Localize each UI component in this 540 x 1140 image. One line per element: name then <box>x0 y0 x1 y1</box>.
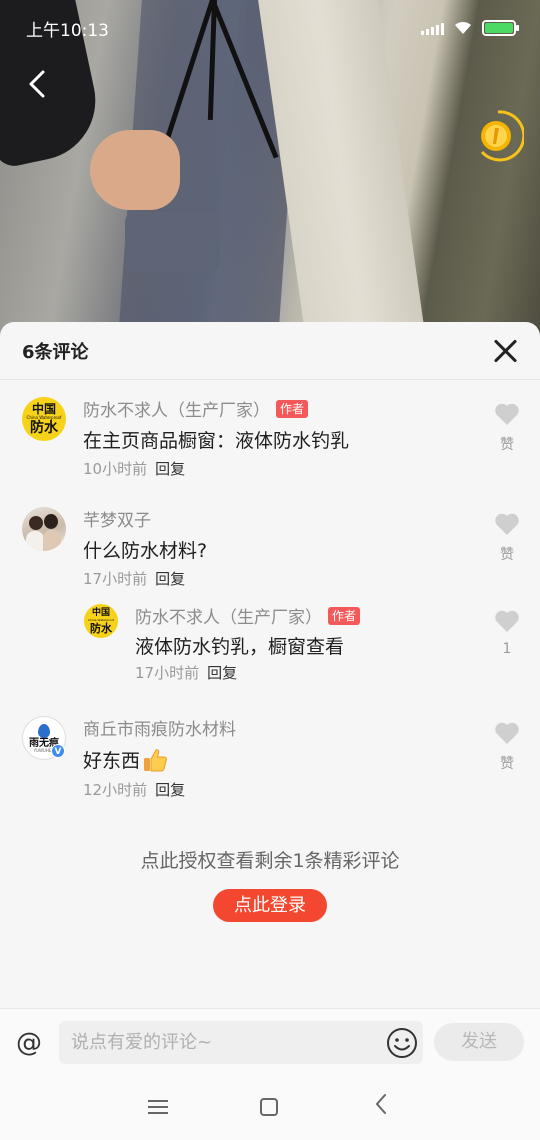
comment-text: 什么防水材料? <box>83 540 208 562</box>
video-frame-roller <box>125 212 220 272</box>
like-button[interactable]: 赞 <box>487 512 527 564</box>
comment-author[interactable]: 商丘市雨痕防水材料 <box>83 715 236 740</box>
comment-time: 10小时前 <box>83 460 148 478</box>
comment-time: 17小时前 <box>83 570 148 588</box>
like-count: 赞 <box>500 547 514 563</box>
author-badge: 作者 <box>276 399 309 418</box>
coin-icon[interactable] <box>472 108 526 164</box>
comment-text: 好东西 <box>83 746 168 773</box>
avatar[interactable]: 中国 China Waterproof 防水 <box>22 397 66 441</box>
heart-icon <box>495 513 519 535</box>
comment-meta: 17小时前 回复 <box>83 568 185 589</box>
battery-icon <box>482 20 519 36</box>
comment-meta: 17小时前 回复 <box>135 662 237 683</box>
system-nav-bar <box>0 1080 540 1140</box>
reply-button[interactable]: 回复 <box>155 781 185 799</box>
like-count: 赞 <box>500 756 514 772</box>
reply-button[interactable]: 回复 <box>207 664 237 682</box>
like-count: 赞 <box>500 437 514 453</box>
avatar[interactable] <box>22 507 66 551</box>
nav-back-icon[interactable] <box>374 1092 394 1122</box>
author-badge: 作者 <box>328 606 361 625</box>
like-button[interactable]: 赞 <box>487 402 527 454</box>
comment-sheet: 6条评论 中国 China Waterproof 防水 防水不求人（生产厂家） … <box>0 322 540 1008</box>
comment-text: 在主页商品橱窗：液体防水钓乳 <box>83 430 350 452</box>
send-button[interactable]: 发送 <box>434 1023 524 1061</box>
mention-button[interactable]: @ <box>14 1026 44 1060</box>
comment-time: 17小时前 <box>135 664 200 682</box>
comment-author[interactable]: 防水不求人（生产厂家） 作者 <box>135 603 361 628</box>
thumbs-up-icon <box>144 748 167 771</box>
comment-item: 芊梦双子 什么防水材料? 17小时前 回复 赞 <box>0 322 540 588</box>
view-more-comments-link[interactable]: 点此授权查看剩余1条精彩评论 <box>0 846 540 873</box>
comment-author[interactable]: 芊梦双子 <box>83 506 151 531</box>
comment-input[interactable] <box>59 1021 423 1064</box>
wifi-icon <box>455 21 471 34</box>
status-icons <box>421 20 519 36</box>
emoji-icon[interactable] <box>385 1026 419 1060</box>
like-button[interactable]: 1 <box>487 609 527 657</box>
signal-icon <box>421 21 444 35</box>
back-icon[interactable] <box>26 66 62 110</box>
avatar[interactable]: 中国 China Waterproof 防水 <box>84 604 118 638</box>
status-bar: 上午10:13 <box>0 0 540 56</box>
menu-icon[interactable] <box>148 1100 168 1116</box>
home-icon[interactable] <box>260 1098 278 1116</box>
verified-badge: V <box>51 744 65 758</box>
video-frame-hand <box>90 130 180 210</box>
status-time: 上午10:13 <box>26 20 109 41</box>
like-button[interactable]: 赞 <box>487 721 527 773</box>
heart-icon <box>495 610 519 632</box>
like-count: 1 <box>502 641 512 657</box>
comment-meta: 10小时前 回复 <box>83 458 185 479</box>
heart-icon <box>495 722 519 744</box>
reply-button[interactable]: 回复 <box>155 460 185 478</box>
reply-button[interactable]: 回复 <box>155 570 185 588</box>
comment-meta: 12小时前 回复 <box>83 779 185 800</box>
heart-icon <box>495 403 519 425</box>
comment-time: 12小时前 <box>83 781 148 799</box>
login-button[interactable]: 点此登录 <box>213 889 327 922</box>
comment-text: 液体防水钓乳，橱窗查看 <box>135 636 345 658</box>
comment-input-bar: @ 发送 <box>0 1008 540 1080</box>
comment-author[interactable]: 防水不求人（生产厂家） 作者 <box>83 396 309 421</box>
